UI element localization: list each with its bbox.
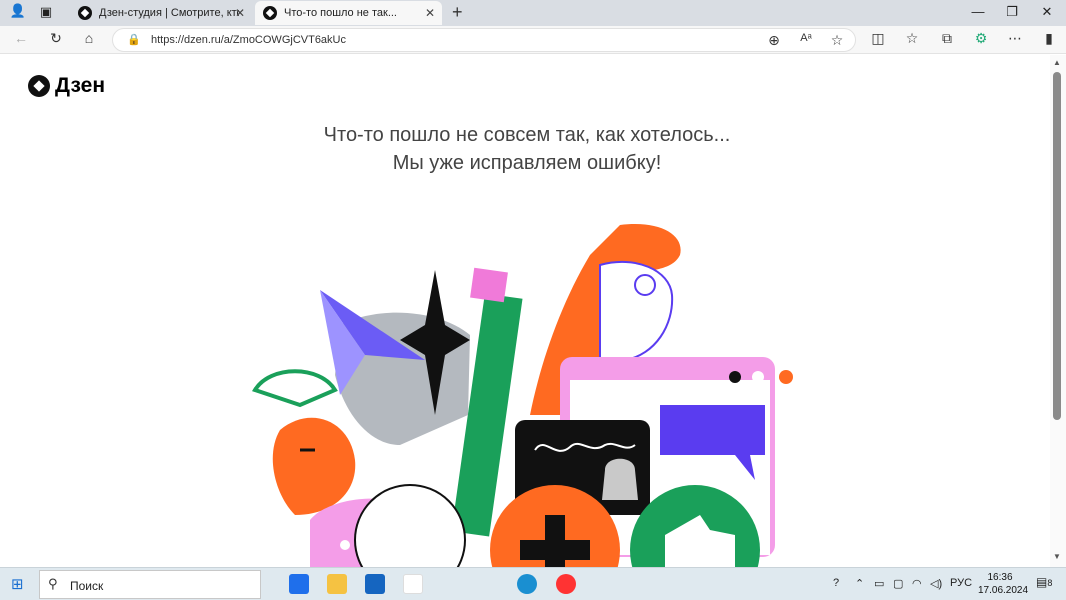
title-bar: 👤 ▣ Дзен-студия | Смотрите, кто ра: ✕ Чт… [0, 0, 1066, 26]
yandex-icon[interactable] [403, 574, 423, 594]
browser-toolbar: ← ↻ ⌂ 🔒 https://dzen.ru/a/ZmoCOWGjCVT6ak… [0, 26, 1066, 54]
tab-error-page[interactable]: Что-то пошло не так... ✕ [255, 1, 442, 25]
yandex-browser-icon[interactable] [556, 574, 576, 594]
mail-icon[interactable] [365, 574, 385, 594]
scrollbar-thumb[interactable] [1053, 72, 1061, 420]
search-icon: ⚲ [48, 576, 58, 591]
dzen-favicon-icon [263, 6, 277, 20]
restore-button[interactable]: ❐ [1002, 4, 1022, 20]
refresh-icon[interactable]: ↻ [47, 30, 65, 47]
volume-icon[interactable]: ◁) [930, 577, 942, 590]
file-explorer-icon[interactable] [327, 574, 347, 594]
profile-icon[interactable]: 👤 [8, 3, 28, 19]
show-hidden-icons[interactable]: ⌃ [855, 577, 864, 590]
battery-icon[interactable]: ▭ [874, 577, 884, 590]
zoom-icon[interactable]: ⊕ [765, 32, 783, 49]
collections-icon[interactable]: ⧉ [938, 30, 956, 47]
error-message: Что-то пошло не совсем так, как хотелось… [323, 124, 731, 174]
display-icon[interactable]: ▢ [893, 577, 903, 590]
dzen-logo-icon [28, 75, 50, 97]
start-windows-icon[interactable]: ⊞ [11, 575, 24, 593]
address-bar[interactable]: 🔒 https://dzen.ru/a/ZmoCOWGjCVT6akUc ⊕ A… [112, 28, 856, 52]
taskbar-search[interactable]: ⚲ Поиск [39, 570, 261, 599]
dzen-logo[interactable]: Дзен [28, 74, 105, 98]
scroll-up-icon[interactable]: ▲ [1053, 58, 1061, 67]
home-icon[interactable]: ⌂ [80, 30, 98, 46]
more-menu-icon[interactable]: ⋯ [1006, 30, 1024, 47]
dzen-favicon-icon [78, 6, 92, 20]
language-indicator[interactable]: РУС [950, 577, 972, 589]
url-text[interactable]: https://dzen.ru/a/ZmoCOWGjCVT6akUc [151, 34, 346, 46]
extensions-icon[interactable]: ⚙ [972, 30, 990, 47]
tab-dzen-studio[interactable]: Дзен-студия | Смотрите, кто ра: ✕ [70, 1, 252, 25]
wifi-icon[interactable]: ◠ [912, 577, 922, 590]
lock-icon: 🔒 [127, 34, 141, 46]
edge-icon[interactable] [517, 574, 537, 594]
back-icon[interactable]: ← [12, 30, 30, 46]
scroll-down-icon[interactable]: ▼ [1053, 552, 1061, 561]
read-aloud-icon[interactable]: Aᵃ [797, 32, 815, 44]
store-icon[interactable] [289, 574, 309, 594]
page-content: Дзен Что-то пошло не совсем так, как хот… [0, 55, 1050, 567]
tab-actions-icon[interactable]: ▣ [36, 4, 56, 20]
new-tab-button[interactable]: + [452, 2, 463, 23]
split-screen-icon[interactable]: ◫ [869, 30, 887, 47]
favorites-icon[interactable]: ☆ [903, 30, 921, 47]
close-tab-icon[interactable]: ✕ [425, 6, 435, 20]
taskbar: ⊞ ⚲ Поиск ? ⌃ ▭ ▢ ◠ ◁) РУС 16:36 17.06.2… [0, 567, 1066, 600]
notifications-icon[interactable]: ▤8 [1036, 575, 1052, 589]
favorite-star-icon[interactable]: ☆ [828, 32, 846, 49]
help-icon[interactable]: ? [833, 577, 839, 589]
clock[interactable]: 16:36 17.06.2024 [978, 571, 1028, 597]
error-illustration [251, 224, 793, 567]
sidebar-icon[interactable]: ▮ [1040, 30, 1058, 47]
minimize-button[interactable]: — [968, 4, 988, 19]
close-window-button[interactable]: ✕ [1037, 4, 1057, 20]
close-tab-icon[interactable]: ✕ [235, 6, 245, 20]
